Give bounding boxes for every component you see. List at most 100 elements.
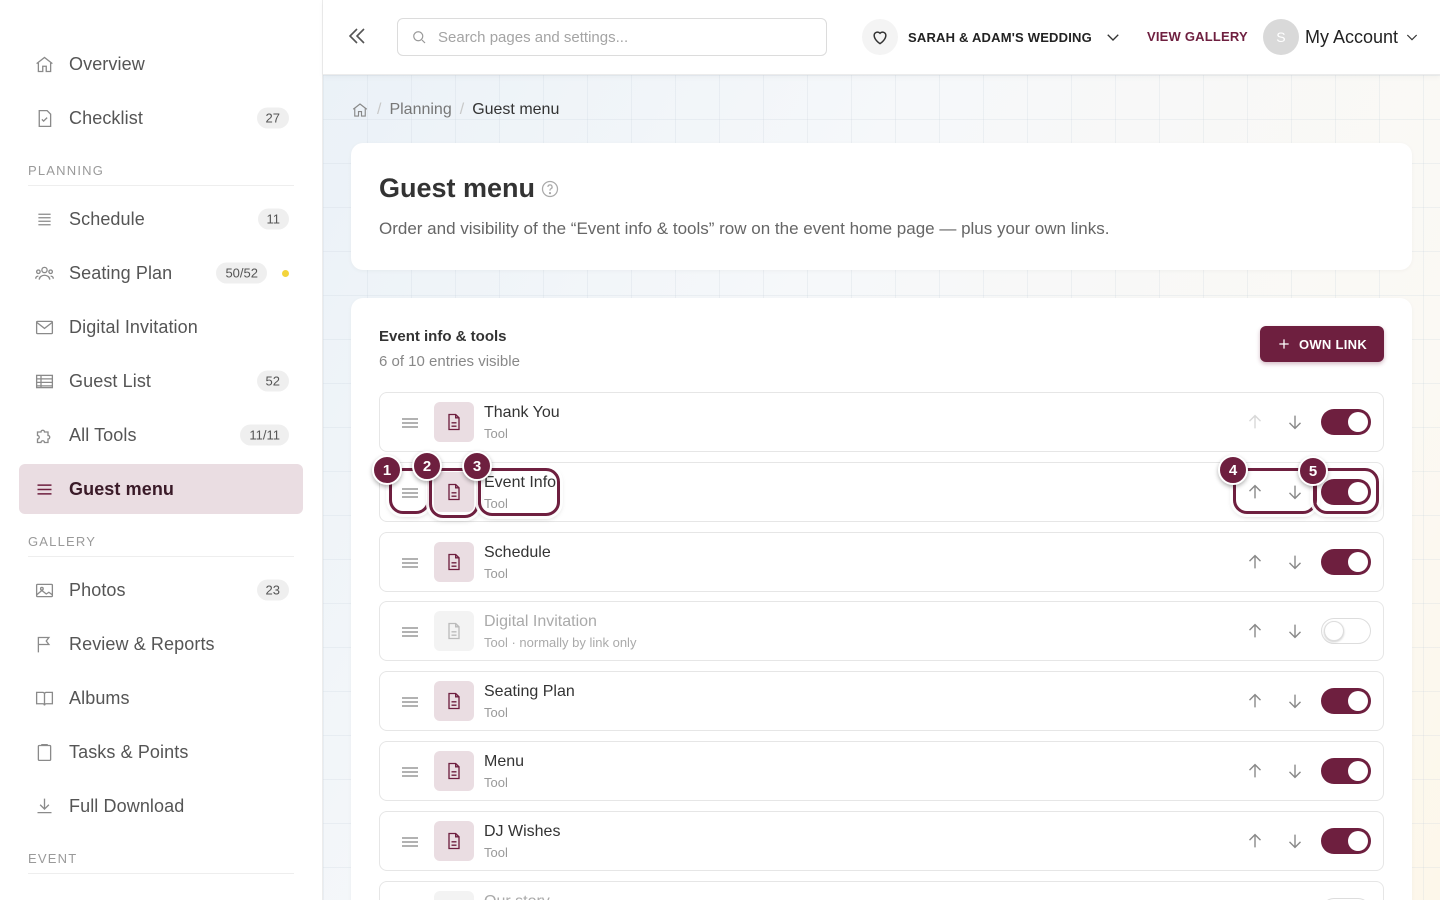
sidebar-item-review-reports[interactable]: Review & Reports [19,619,303,669]
move-up-icon[interactable] [1244,830,1266,852]
list-title: Event info & tools [379,328,507,345]
move-down-icon[interactable] [1284,690,1306,712]
puzzle-icon [33,424,55,446]
visibility-toggle[interactable] [1321,828,1371,854]
move-up-icon[interactable] [1244,620,1266,642]
sidebar-item-label: Full Download [69,795,185,816]
sidebar-item-albums[interactable]: Albums [19,673,303,723]
chevron-down-icon [1406,34,1418,41]
tool-row: DJ Wishes Tool [379,811,1384,871]
drag-handle-icon[interactable] [398,481,422,505]
search-input[interactable] [438,28,818,46]
visibility-toggle[interactable] [1321,688,1371,714]
tool-type: Tool [484,566,508,581]
tool-row: Schedule Tool [379,532,1384,592]
toggle-knob [1324,621,1344,641]
section-title-event: EVENT [28,851,294,874]
move-down-icon[interactable] [1284,551,1306,573]
document-icon [434,821,474,861]
annotation-marker: 5 [1298,456,1328,486]
toggle-knob [1348,482,1368,502]
sidebar-item-schedule[interactable]: Schedule 11 [19,194,303,244]
tool-type: Tool [484,426,508,441]
section-title-planning: PLANNING [28,163,294,186]
tool-name: DJ Wishes [484,823,561,840]
breadcrumb-planning[interactable]: Planning [389,101,451,119]
toggle-knob [1348,552,1368,572]
collapse-sidebar-icon[interactable] [345,24,369,48]
move-down-icon[interactable] [1284,620,1306,642]
drag-handle-icon[interactable] [398,551,422,575]
move-down-icon[interactable] [1284,481,1306,503]
event-selector[interactable]: SARAH & ADAM'S WEDDING [862,18,1122,56]
sidebar-item-photos[interactable]: Photos 23 [19,565,303,615]
plus-icon [1279,339,1289,349]
visibility-toggle[interactable] [1321,549,1371,575]
visibility-toggle[interactable] [1321,479,1371,505]
sidebar-item-digital-invitation[interactable]: Digital Invitation [19,302,303,352]
drag-handle-icon[interactable] [398,411,422,435]
count-badge: 11 [257,208,289,230]
document-icon [434,681,474,721]
sidebar-item-guest-list[interactable]: Guest List 52 [19,356,303,406]
drag-handle-icon[interactable] [398,760,422,784]
sidebar-item-all-tools[interactable]: All Tools 11/11 [19,410,303,460]
sidebar-item-label: Guest List [69,370,152,391]
count-badge: 27 [256,107,289,129]
visibility-toggle[interactable] [1321,618,1371,644]
tool-row: Thank You Tool [379,392,1384,452]
tool-type: Tool [484,775,508,790]
sidebar-item-label: All Tools [69,424,137,445]
sidebar-item-label: Guest menu [69,478,175,499]
add-own-link-button[interactable]: OWN LINK [1260,326,1384,362]
tool-type: Tool · normally by link only [484,635,637,650]
drag-handle-icon[interactable] [398,620,422,644]
sidebar-item-checklist[interactable]: Checklist 27 [19,93,303,143]
view-gallery-link[interactable]: VIEW GALLERY [1147,29,1248,44]
breadcrumb-separator: / [459,101,465,118]
top-bar: SARAH & ADAM'S WEDDING VIEW GALLERY S My… [323,0,1440,75]
tool-row: Our story [379,881,1384,900]
tool-row: Digital Invitation Tool · normally by lin… [379,601,1384,661]
move-up-icon[interactable] [1244,760,1266,782]
move-up-icon[interactable] [1244,690,1266,712]
sidebar-item-overview[interactable]: Overview [19,39,303,89]
help-icon[interactable] [540,179,560,199]
tool-row: Seating Plan Tool [379,671,1384,731]
move-down-icon[interactable] [1284,760,1306,782]
drag-handle-icon[interactable] [398,830,422,854]
move-up-icon[interactable] [1244,481,1266,503]
account-menu[interactable]: S My Account [1262,18,1420,56]
visibility-toggle[interactable] [1321,758,1371,784]
flag-icon [33,633,55,655]
sidebar-item-seating-plan[interactable]: Seating Plan 50/52 [19,248,303,298]
move-up-icon[interactable] [1244,411,1266,433]
move-down-icon[interactable] [1284,830,1306,852]
sidebar-item-label: Tasks & Points [69,741,189,762]
drag-handle-icon[interactable] [398,690,422,714]
toggle-knob [1348,412,1368,432]
book-icon [33,687,55,709]
document-icon [434,402,474,442]
annotation-marker: 4 [1218,455,1248,485]
sidebar-item-guest-menu[interactable]: Guest menu [19,464,303,514]
sidebar-item-label: Review & Reports [69,633,215,654]
page-title: Guest menu [379,173,536,203]
page-description: Order and visibility of the “Event info … [379,219,1110,238]
move-up-icon[interactable] [1244,551,1266,573]
breadcrumb: / Planning / Guest menu [351,101,559,119]
annotation-marker: 1 [372,455,402,485]
download-icon [33,795,55,817]
search-box [397,18,827,56]
sidebar-item-full-download[interactable]: Full Download [19,781,303,831]
tool-name: Menu [484,753,525,770]
sidebar-item-label: Seating Plan [69,262,173,283]
tool-name: Seating Plan [484,683,575,700]
home-icon[interactable] [351,101,369,119]
sidebar-item-label: Photos [69,579,126,600]
avatar: S [1262,19,1299,55]
checklist-icon [33,107,55,129]
visibility-toggle[interactable] [1321,409,1371,435]
move-down-icon[interactable] [1284,411,1306,433]
sidebar-item-tasks-points[interactable]: Tasks & Points [19,727,303,777]
